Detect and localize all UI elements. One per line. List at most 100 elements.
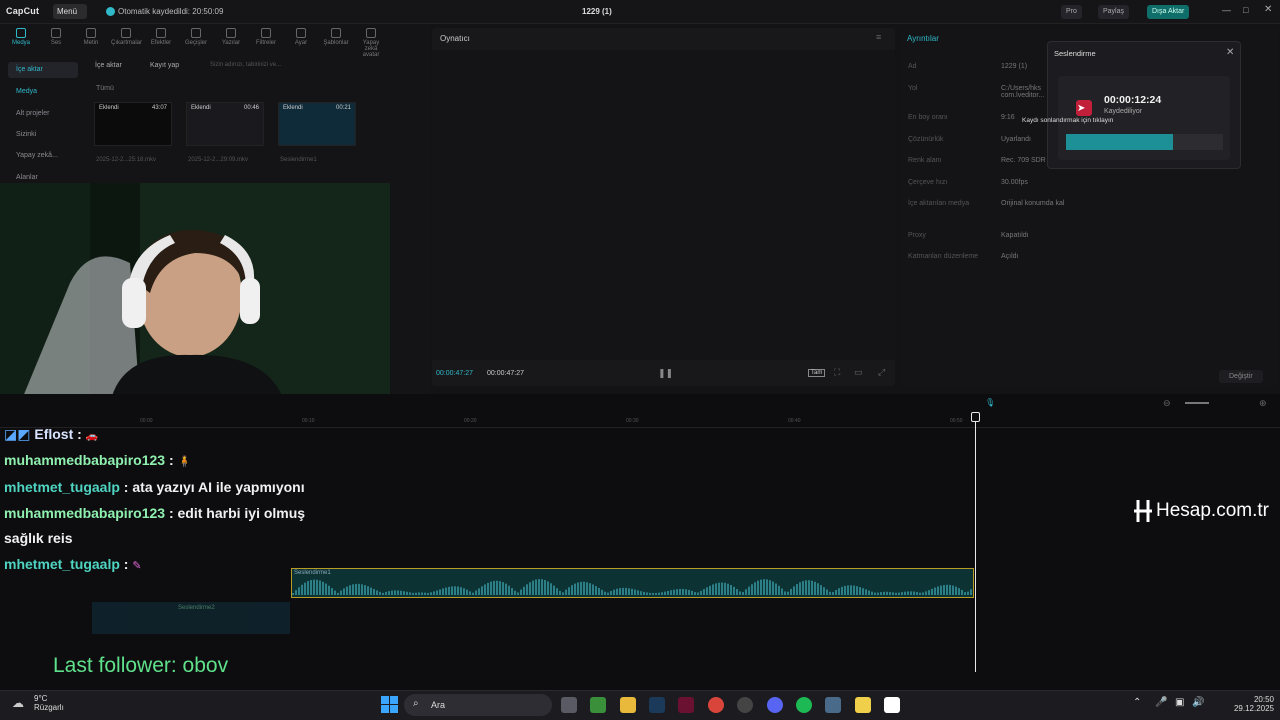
waveform-bar (910, 591, 912, 595)
chrome-icon[interactable] (708, 697, 724, 713)
waveform-bar (298, 587, 300, 595)
media-thumb[interactable]: Eklendi 43:07 (94, 102, 172, 146)
valorant-icon[interactable] (678, 697, 694, 713)
player-panel: Oynatıcı ≡ 00:00:47:27 00:00:47:27 ❚❚ Ta… (432, 28, 895, 386)
tool-tab[interactable]: Yazılar (216, 28, 246, 46)
waveform-bar (415, 592, 417, 595)
tool-tab[interactable]: Metin (76, 28, 106, 46)
chevron-up-icon[interactable]: ⌃ (1133, 697, 1141, 708)
thumb-tag: Eklendi (99, 105, 119, 111)
start-icon[interactable] (381, 696, 398, 713)
app-icon[interactable] (737, 697, 753, 713)
mic-icon[interactable]: 🎙 (985, 398, 995, 407)
minecraft-icon[interactable] (590, 697, 606, 713)
pro-button[interactable]: Pro (1061, 5, 1082, 19)
zoom-out-icon[interactable]: ⊖ (1163, 398, 1171, 409)
chat-text: edit harbi iyi olmuş (177, 505, 306, 521)
tool-tab[interactable]: Filtreler (251, 28, 281, 46)
minimize-icon[interactable]: — (1222, 5, 1231, 15)
search-placeholder: Ara (431, 700, 446, 710)
tool-icon (226, 28, 236, 38)
waveform-bar (562, 592, 564, 595)
tool-icon (366, 28, 376, 38)
filter-all[interactable]: Tümü (96, 85, 114, 92)
change-button[interactable]: Değiştir (1219, 370, 1263, 383)
tool-tab[interactable]: Geçişler (181, 28, 211, 46)
weather-icon[interactable]: ☁ (12, 696, 24, 710)
sidebar-item-import[interactable]: İçe aktar (8, 62, 78, 78)
media-thumb[interactable]: Eklendi 00:46 (186, 102, 264, 146)
waveform-bar (856, 586, 858, 595)
waveform-bar (499, 581, 501, 595)
media-search-input[interactable]: Sizin adınızı, tabirinizi ve... (210, 62, 281, 68)
waveform-bar (952, 585, 954, 595)
waveform-bar (946, 584, 948, 595)
audio-clip-selected[interactable]: Seslendirme1 (291, 568, 974, 598)
tool-tab[interactable]: Yapay zekâ avatar (356, 28, 386, 58)
share-button[interactable]: Paylaş (1098, 5, 1130, 19)
playhead-handle[interactable] (971, 412, 980, 422)
waveform-bar (337, 592, 339, 595)
tool-tab[interactable]: Medya (6, 28, 36, 46)
waveform-bar (352, 584, 354, 595)
waveform-bar (694, 592, 696, 595)
waveform-bar (784, 591, 786, 595)
audio-clip-faded[interactable]: Seslendirme2 (92, 602, 290, 634)
close-icon[interactable]: ✕ (1226, 47, 1234, 58)
tool-tab[interactable]: Çıkartmalar (111, 28, 142, 46)
network-icon[interactable]: ▣ (1175, 697, 1184, 708)
volume-icon[interactable]: 🔊 (1192, 697, 1204, 708)
waveform-bar (598, 587, 600, 595)
file-explorer-icon[interactable] (620, 697, 636, 713)
media-thumb[interactable]: Eklendi 00:21 (278, 102, 356, 146)
app-icon[interactable] (855, 697, 871, 713)
fullscreen-icon[interactable]: ⤢ (878, 367, 885, 378)
mic-icon[interactable]: 🎤 (1155, 697, 1167, 708)
waveform-bar (748, 586, 750, 595)
zoom-in-icon[interactable]: ⊕ (1259, 398, 1267, 409)
preview-screen[interactable] (432, 50, 895, 360)
menu-button[interactable]: Menü (53, 4, 87, 19)
sidebar-item-subprojects[interactable]: Alt projeler (8, 106, 78, 122)
zoom-slider[interactable] (1185, 402, 1209, 404)
sidebar-item-ai[interactable]: Yapay zekâ... (8, 148, 78, 164)
waveform-bar (658, 592, 660, 595)
tool-tab[interactable]: Ses (41, 28, 71, 46)
task-view-icon[interactable] (561, 697, 577, 713)
taskbar-search[interactable]: ⌕ Ara (404, 694, 552, 716)
crop-icon[interactable]: ⛶ (834, 367, 840, 378)
ratio-icon[interactable]: ▭ (854, 367, 863, 378)
play-pause-icon[interactable]: ❚❚ (658, 368, 673, 379)
waveform-bar (547, 581, 549, 595)
playhead[interactable] (975, 414, 976, 672)
search-icon: ⌕ (413, 698, 419, 709)
export-button[interactable]: Dışa Aktar (1147, 5, 1190, 19)
clip-label: Seslendirme2 (178, 605, 215, 611)
waveform-bar (859, 587, 861, 595)
waveform-bar (967, 591, 969, 595)
waveform-bar (469, 591, 471, 595)
maximize-icon[interactable]: □ (1243, 5, 1248, 15)
import-button[interactable]: İçe aktar (95, 62, 122, 69)
tool-label: Medya (11, 40, 30, 46)
tool-tab[interactable]: Efektler (146, 28, 176, 46)
discord-icon[interactable] (767, 697, 783, 713)
waveform-bar (301, 584, 303, 595)
waveform-bar (358, 583, 360, 595)
tool-tab[interactable]: Şablonlar (321, 28, 351, 46)
record-button[interactable]: Kayıt yap (150, 62, 179, 69)
player-menu-icon[interactable]: ≡ (876, 32, 881, 42)
capcut-icon[interactable] (884, 697, 900, 713)
clock[interactable]: 20:50 29.12.2025 (1224, 695, 1274, 713)
spotify-icon[interactable] (796, 697, 812, 713)
weather-widget[interactable]: 9°C Rüzgarlı (34, 694, 64, 712)
autosave-icon (106, 7, 115, 16)
fit-button[interactable]: Tam (808, 369, 826, 377)
close-icon[interactable]: ✕ (1264, 4, 1272, 15)
tool-tab[interactable]: Ayar (286, 28, 316, 46)
app-icon[interactable] (825, 697, 841, 713)
sidebar-item-yours[interactable]: Sizinki (8, 127, 78, 143)
sidebar-item-media[interactable]: Medya (8, 84, 78, 100)
steam-icon[interactable] (649, 697, 665, 713)
waveform-bar (793, 586, 795, 595)
